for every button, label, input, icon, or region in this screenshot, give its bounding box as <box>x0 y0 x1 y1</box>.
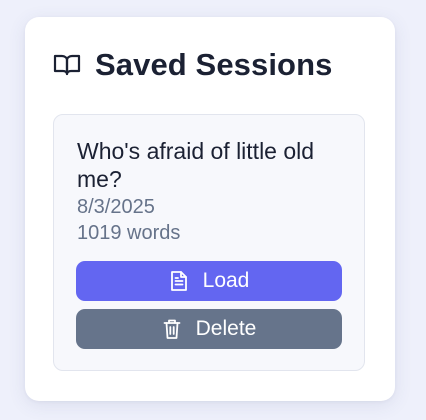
session-word-count: 1019 words <box>77 222 181 244</box>
panel-header: Saved Sessions <box>53 47 332 83</box>
session-date: 8/3/2025 <box>77 196 155 218</box>
trash-icon <box>162 318 182 340</box>
delete-button-label: Delete <box>195 317 257 340</box>
saved-sessions-panel: Saved Sessions Who's afraid of little ol… <box>25 17 395 401</box>
load-button[interactable]: Load <box>76 261 342 301</box>
session-card: Who's afraid of little old me? 8/3/2025 … <box>53 114 365 371</box>
book-open-icon <box>53 52 81 78</box>
delete-button[interactable]: Delete <box>76 309 342 349</box>
session-title: Who's afraid of little old me? <box>77 138 315 192</box>
load-button-label: Load <box>202 269 250 292</box>
panel-title: Saved Sessions <box>95 47 333 82</box>
file-text-icon <box>169 270 189 292</box>
